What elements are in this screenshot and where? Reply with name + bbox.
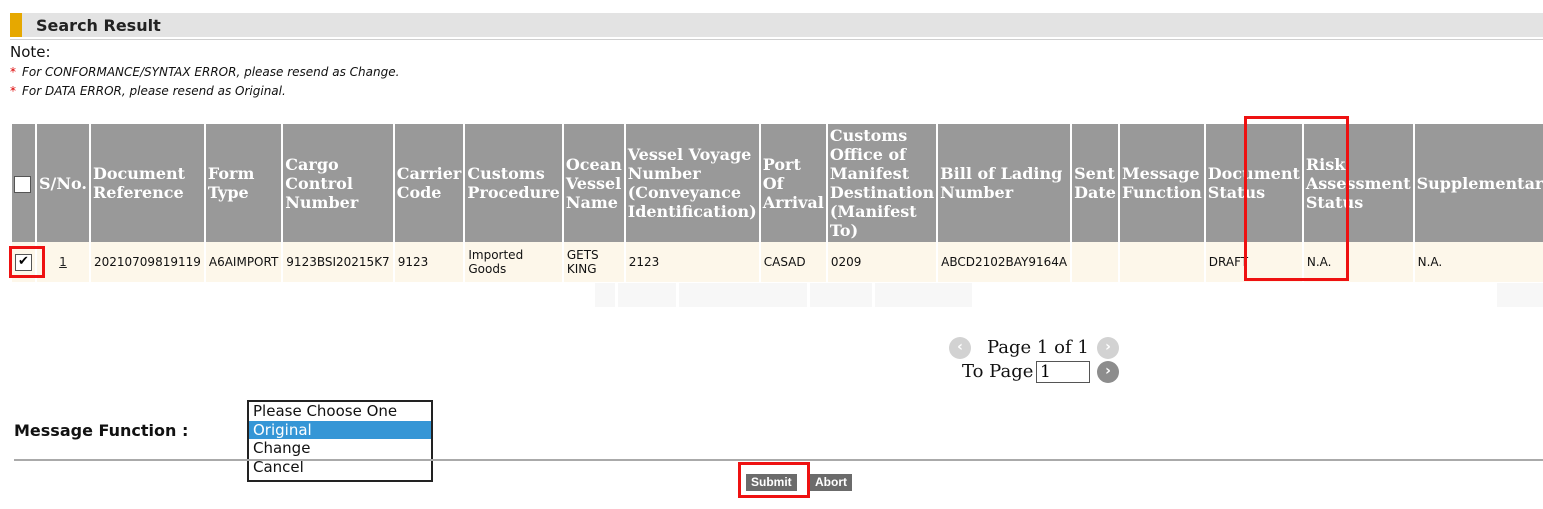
col-header-supplementary-match[interactable]: Supplementary Match xyxy=(1414,124,1543,242)
cell-message-function xyxy=(1119,242,1204,282)
note-text: For CONFORMANCE/SYNTAX ERROR, please res… xyxy=(22,65,400,79)
section-divider xyxy=(10,39,1543,40)
note-label: Note: xyxy=(10,43,51,61)
cell-sno: 1 xyxy=(37,242,89,282)
col-header-vessel-voyage-number[interactable]: Vessel Voyage Number (Conveyance Identif… xyxy=(625,124,759,242)
col-header-customs-office[interactable]: Customs Office of Manifest Destination (… xyxy=(827,124,937,242)
table-filler xyxy=(810,283,872,307)
cell-form-type: A6AIMPORT xyxy=(205,242,282,282)
select-all-checkbox[interactable] xyxy=(14,175,31,193)
col-header-ocean-vessel-name[interactable]: Ocean Vessel Name xyxy=(563,124,624,242)
next-page-icon[interactable]: › xyxy=(1097,337,1119,359)
message-function-label: Message Function : xyxy=(14,421,189,440)
cell-document-reference: 20210709819119 xyxy=(90,242,204,282)
submit-button[interactable]: Submit xyxy=(746,474,797,491)
col-header-sent-date[interactable]: Sent Date xyxy=(1072,124,1118,242)
col-header-cargo-control-number[interactable]: Cargo Control Number xyxy=(283,124,393,242)
to-page-input[interactable] xyxy=(1036,361,1090,383)
form-divider xyxy=(14,459,1543,461)
col-header-form-type[interactable]: Form Type xyxy=(205,124,282,242)
col-header-document-status[interactable]: Document Status xyxy=(1205,124,1302,242)
cell-bill-of-lading: ABCD2102BAY9164A xyxy=(938,242,1071,282)
results-table: S/No. Document Reference Form Type Cargo… xyxy=(10,124,1543,282)
to-page-label: To Page xyxy=(962,361,1034,382)
section-header: Search Result xyxy=(10,13,1543,37)
table-filler xyxy=(618,283,676,307)
table-row[interactable]: ✔ 1 20210709819119 A6AIMPORT 9123BSI2021… xyxy=(12,242,1543,282)
cell-port-of-arrival: CASAD xyxy=(760,242,826,282)
option-change[interactable]: Change xyxy=(249,439,431,458)
abort-button[interactable]: Abort xyxy=(810,474,852,491)
go-page-icon[interactable]: › xyxy=(1097,361,1119,383)
select-all-header[interactable] xyxy=(12,124,35,242)
cell-customs-office: 0209 xyxy=(827,242,937,282)
note-line-conformance: * For CONFORMANCE/SYNTAX ERROR, please re… xyxy=(10,65,399,79)
col-header-bill-of-lading[interactable]: Bill of Lading Number xyxy=(938,124,1071,242)
cell-vessel-voyage-number: 2123 xyxy=(625,242,759,282)
row-select-cell[interactable]: ✔ xyxy=(12,242,35,282)
col-header-port-of-arrival[interactable]: Port Of Arrival xyxy=(760,124,826,242)
sno-link[interactable]: 1 xyxy=(59,255,67,269)
option-please-choose-one[interactable]: Please Choose One xyxy=(249,402,431,421)
row-checkbox[interactable]: ✔ xyxy=(15,253,32,271)
col-header-customs-procedure[interactable]: Customs Procedure xyxy=(465,124,562,242)
col-header-risk-assessment-status[interactable]: Risk Assessment Status xyxy=(1303,124,1413,242)
option-original[interactable]: Original xyxy=(249,420,431,439)
section-accent-bar xyxy=(10,13,22,37)
col-header-sno[interactable]: S/No. xyxy=(37,124,89,242)
message-function-listbox[interactable]: Please Choose One Original Change Cancel xyxy=(247,400,433,482)
col-header-message-function[interactable]: Message Function xyxy=(1119,124,1204,242)
cell-ocean-vessel-name: GETS KING xyxy=(563,242,624,282)
required-star: * xyxy=(10,84,16,98)
cell-carrier-code: 9123 xyxy=(394,242,464,282)
table-filler xyxy=(679,283,807,307)
cell-risk-assessment-status: N.A. xyxy=(1303,242,1413,282)
table-filler xyxy=(1497,283,1543,307)
table-header-row: S/No. Document Reference Form Type Cargo… xyxy=(12,124,1543,242)
table-filler xyxy=(875,283,972,307)
table-filler xyxy=(595,283,615,307)
cell-sent-date xyxy=(1072,242,1118,282)
col-header-carrier-code[interactable]: Carrier Code xyxy=(394,124,464,242)
cell-customs-procedure: Imported Goods xyxy=(465,242,562,282)
required-star: * xyxy=(10,65,16,79)
prev-page-icon[interactable]: ‹ xyxy=(949,337,971,359)
cell-document-status: DRAFT xyxy=(1205,242,1302,282)
note-text: For DATA ERROR, please resend as Origina… xyxy=(22,84,286,98)
cell-cargo-control-number: 9123BSI20215K7 xyxy=(283,242,393,282)
cell-supplementary-match: N.A. xyxy=(1414,242,1543,282)
section-title: Search Result xyxy=(36,16,161,35)
col-header-document-reference[interactable]: Document Reference xyxy=(90,124,204,242)
note-line-data-error: * For DATA ERROR, please resend as Origin… xyxy=(10,84,286,98)
page-indicator: Page 1 of 1 xyxy=(987,337,1089,358)
